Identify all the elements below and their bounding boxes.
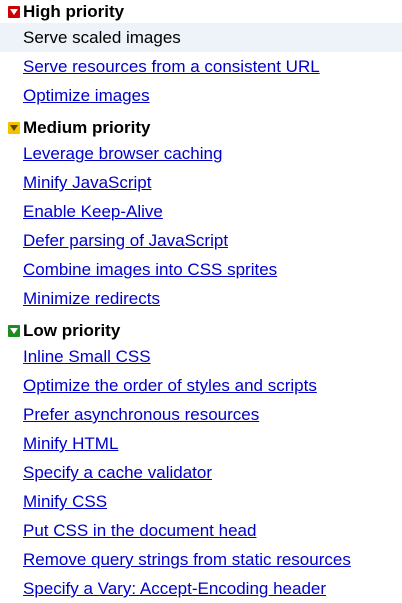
group-header-low: Low priority — [8, 320, 402, 342]
group-title: Medium priority — [23, 118, 151, 137]
group-low-priority: Low priority Inline Small CSS Optimize t… — [0, 320, 402, 603]
rule-link[interactable]: Minify CSS — [23, 492, 107, 511]
rule-link[interactable]: Minify HTML — [23, 434, 118, 453]
collapse-toggle-icon[interactable] — [8, 325, 20, 337]
list-item[interactable]: Inline Small CSS — [0, 342, 402, 371]
rule-link[interactable]: Put CSS in the document head — [23, 521, 256, 540]
collapse-toggle-icon[interactable] — [8, 6, 20, 18]
list-item[interactable]: Serve scaled images — [0, 23, 402, 52]
list-item[interactable]: Minify JavaScript — [0, 168, 402, 197]
list-item[interactable]: Minimize redirects — [0, 284, 402, 313]
list-item[interactable]: Defer parsing of JavaScript — [0, 226, 402, 255]
rule-link[interactable]: Defer parsing of JavaScript — [23, 231, 228, 250]
list-item[interactable]: Serve resources from a consistent URL — [0, 52, 402, 81]
rules-panel: High priority Serve scaled images Serve … — [0, 0, 402, 602]
rule-list: Serve scaled images Serve resources from… — [0, 23, 402, 110]
rule-link[interactable]: Optimize the order of styles and scripts — [23, 376, 317, 395]
rule-list: Leverage browser caching Minify JavaScri… — [0, 139, 402, 313]
rule-link[interactable]: Remove query strings from static resourc… — [23, 550, 351, 569]
list-item[interactable]: Specify a cache validator — [0, 458, 402, 487]
rule-link[interactable]: Minify JavaScript — [23, 173, 151, 192]
group-high-priority: High priority Serve scaled images Serve … — [0, 1, 402, 110]
rule-link[interactable]: Leverage browser caching — [23, 144, 222, 163]
rule-link[interactable]: Enable Keep-Alive — [23, 202, 163, 221]
list-item[interactable]: Minify CSS — [0, 487, 402, 516]
list-item[interactable]: Remove query strings from static resourc… — [0, 545, 402, 574]
list-item[interactable]: Optimize images — [0, 81, 402, 110]
rule-link[interactable]: Prefer asynchronous resources — [23, 405, 259, 424]
list-item[interactable]: Minify HTML — [0, 429, 402, 458]
list-item[interactable]: Specify a Vary: Accept-Encoding header — [0, 574, 402, 603]
list-item[interactable]: Put CSS in the document head — [0, 516, 402, 545]
rule-link[interactable]: Minimize redirects — [23, 289, 160, 308]
group-header-high: High priority — [8, 1, 402, 23]
rule-link[interactable]: Specify a cache validator — [23, 463, 212, 482]
group-header-medium: Medium priority — [8, 117, 402, 139]
list-item[interactable]: Leverage browser caching — [0, 139, 402, 168]
rule-link[interactable]: Serve scaled images — [23, 28, 181, 47]
list-item[interactable]: Optimize the order of styles and scripts — [0, 371, 402, 400]
rule-link[interactable]: Optimize images — [23, 86, 150, 105]
rule-link[interactable]: Specify a Vary: Accept-Encoding header — [23, 579, 326, 598]
rule-list: Inline Small CSS Optimize the order of s… — [0, 342, 402, 603]
list-item[interactable]: Enable Keep-Alive — [0, 197, 402, 226]
list-item[interactable]: Combine images into CSS sprites — [0, 255, 402, 284]
list-item[interactable]: Prefer asynchronous resources — [0, 400, 402, 429]
rule-link[interactable]: Combine images into CSS sprites — [23, 260, 277, 279]
rule-link[interactable]: Serve resources from a consistent URL — [23, 57, 320, 76]
group-medium-priority: Medium priority Leverage browser caching… — [0, 117, 402, 313]
rule-link[interactable]: Inline Small CSS — [23, 347, 151, 366]
collapse-toggle-icon[interactable] — [8, 122, 20, 134]
group-title: High priority — [23, 2, 125, 21]
group-title: Low priority — [23, 321, 121, 340]
